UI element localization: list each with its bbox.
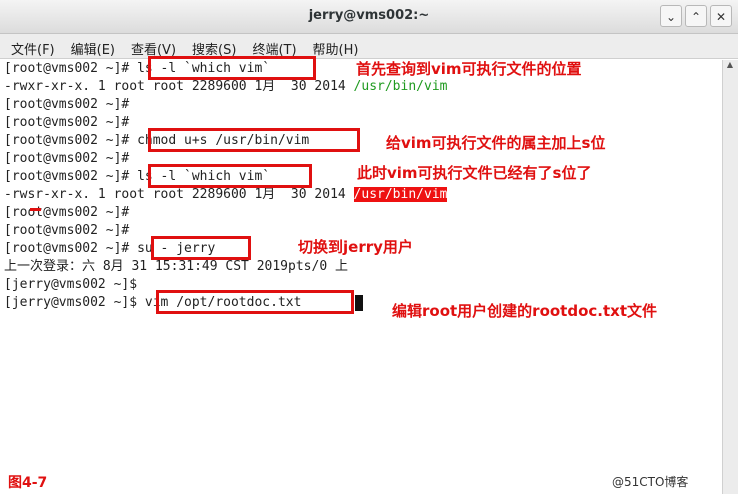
highlight-box [148,128,360,152]
menu-edit[interactable]: 编辑(E) [66,34,120,58]
menu-help[interactable]: 帮助(H) [308,34,364,58]
prompt: [root@vms002 ~]# [4,97,138,112]
terminal-line: [root@vms002 ~]# [4,204,137,222]
output-text: -rwxr-xr-x. 1 root root 2289600 1月 30 20… [4,79,354,94]
window-controls: ⌄ ⌃ ✕ [660,5,732,27]
terminal-line: -rwsr-xr-x. 1 root root 2289600 1月 30 20… [4,186,448,204]
title-bar: jerry@vms002:~ ⌄ ⌃ ✕ [0,0,738,34]
prompt: [root@vms002 ~]# [4,133,138,148]
last-login-text: 上一次登录：六 8月 31 15:31:49 CST 2019pts/0 上 [4,259,348,274]
prompt: [jerry@vms002 ~]$ [4,295,145,310]
menu-bar: 文件(F) 编辑(E) 查看(V) 搜索(S) 终端(T) 帮助(H) [0,34,738,59]
menu-terminal[interactable]: 终端(T) [247,34,301,58]
prompt: [root@vms002 ~]# [4,61,138,76]
terminal-line: [root@vms002 ~]# [4,150,137,168]
highlight-box [148,164,312,188]
window-title: jerry@vms002:~ [308,8,430,23]
highlight-box [148,56,316,80]
menu-file[interactable]: 文件(F) [6,34,60,58]
prompt: [root@vms002 ~]# [4,241,138,256]
minimize-button[interactable]: ⌄ [660,5,682,27]
prompt: [root@vms002 ~]# [4,115,138,130]
prompt: [root@vms002 ~]# [4,151,138,166]
terminal-line: -rwxr-xr-x. 1 root root 2289600 1月 30 20… [4,78,447,96]
highlight-box [156,290,354,314]
s-bit-mark [30,208,41,211]
terminal-line: [jerry@vms002 ~]$ [4,276,145,294]
terminal-scrollbar[interactable]: ▲ [722,60,738,494]
prompt: [root@vms002 ~]# [4,205,138,220]
vim-path-highlighted: /usr/bin/vim [353,187,448,202]
scroll-up-icon[interactable]: ▲ [723,60,737,72]
terminal-line: 上一次登录：六 8月 31 15:31:49 CST 2019pts/0 上 [4,258,348,276]
terminal-line: [root@vms002 ~]# [4,222,137,240]
prompt: [jerry@vms002 ~]$ [4,277,145,292]
output-text: -rwsr-xr-x. 1 root root 2289600 1月 30 20… [4,187,354,202]
terminal-line: [root@vms002 ~]# [4,96,137,114]
figure-label: 图4-7 [8,475,48,491]
close-button[interactable]: ✕ [710,5,732,27]
annotation-note: 编辑root用户创建的rootdoc.txt文件 [392,302,658,320]
menu-search[interactable]: 搜索(S) [187,34,241,58]
vim-path: /usr/bin/vim [353,79,448,94]
terminal-line: [root@vms002 ~]# [4,114,137,132]
maximize-button[interactable]: ⌃ [685,5,707,27]
watermark: @51CTO博客 [612,475,689,489]
annotation-note: 给vim可执行文件的属主加上s位 [386,134,606,152]
prompt: [root@vms002 ~]# [4,169,138,184]
menu-view[interactable]: 查看(V) [126,34,181,58]
annotation-note: 切换到jerry用户 [298,238,413,256]
text-cursor [355,295,363,311]
annotation-note: 首先查询到vim可执行文件的位置 [356,60,582,78]
terminal-area[interactable]: [root@vms002 ~]# ls -l `which vim` -rwxr… [0,56,722,494]
highlight-box [151,236,251,260]
prompt: [root@vms002 ~]# [4,223,138,238]
annotation-note: 此时vim可执行文件已经有了s位了 [357,164,592,182]
